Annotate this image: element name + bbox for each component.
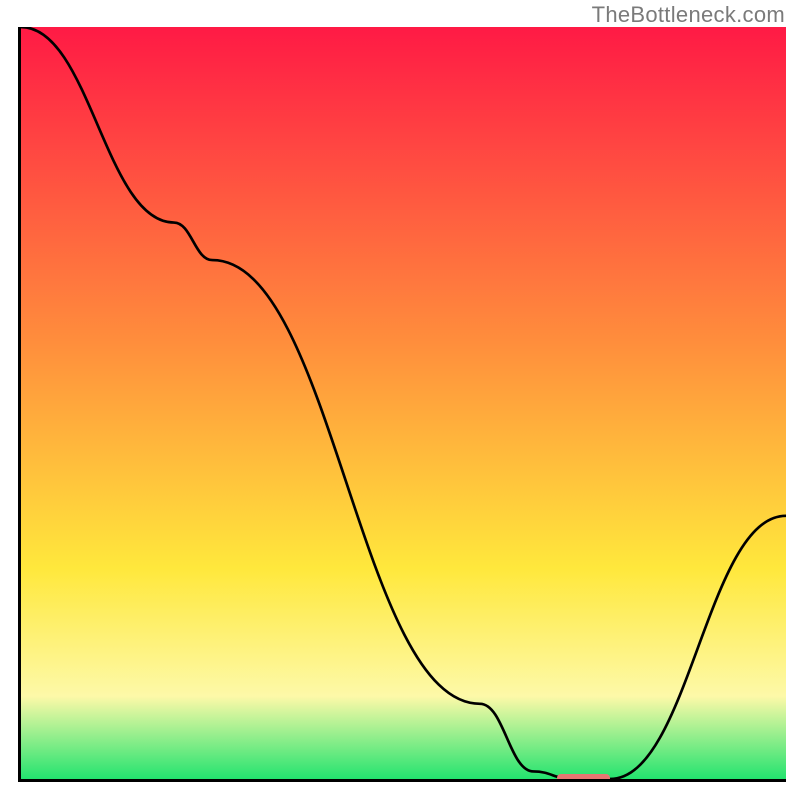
- bottleneck-curve: [21, 27, 786, 779]
- axes-frame: [18, 27, 786, 782]
- plot-area: [21, 27, 786, 779]
- curve-svg: [21, 27, 786, 779]
- chart-container: TheBottleneck.com: [0, 0, 800, 800]
- optimal-marker: [557, 774, 611, 779]
- attribution-text: TheBottleneck.com: [592, 2, 785, 28]
